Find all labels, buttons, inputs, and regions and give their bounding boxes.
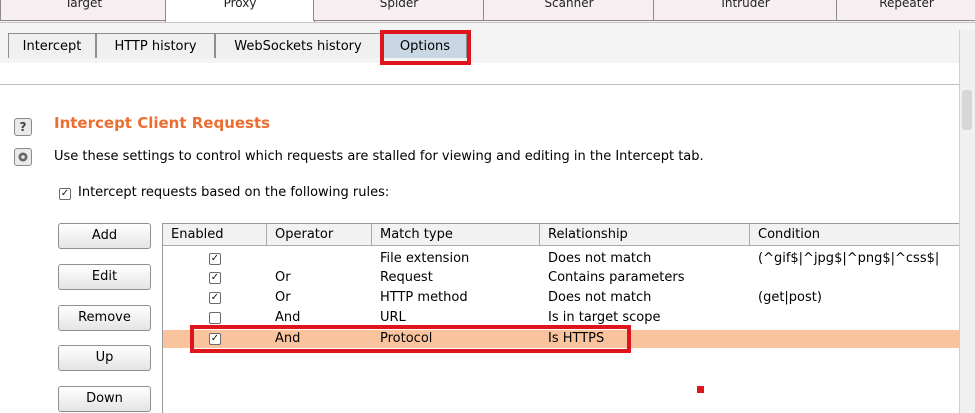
row-condition: (^gif$|^jpg$|^png$|^css$| [758, 251, 940, 266]
row-relationship: Does not match [548, 251, 652, 266]
scrollbar-thumb[interactable] [962, 90, 972, 130]
row-enabled-checkbox[interactable] [209, 312, 221, 324]
add-button[interactable]: Add [58, 223, 151, 249]
row-operator: Or [275, 270, 291, 285]
tab-proxy[interactable]: Proxy [165, 0, 315, 22]
table-row[interactable]: ✓ File extension Does not match (^gif$|^… [163, 251, 975, 267]
intercept-rules-label: Intercept requests based on the followin… [78, 185, 390, 200]
row-enabled-checkbox[interactable]: ✓ [209, 292, 221, 304]
row-enabled-checkbox[interactable]: ✓ [209, 272, 221, 284]
table-row[interactable]: And URL Is in target scope [163, 310, 975, 326]
subtab-intercept[interactable]: Intercept [8, 33, 96, 58]
intercept-rules-checkbox[interactable]: ✓ [59, 188, 71, 200]
down-button[interactable]: Down [58, 386, 151, 412]
tab-scanner[interactable]: Scanner [483, 0, 655, 21]
header-operator[interactable]: Operator [267, 224, 372, 246]
subtab-websockets-history[interactable]: WebSockets history [215, 33, 381, 58]
options-tab-highlight [380, 30, 471, 65]
row-operator: And [275, 310, 301, 325]
row-relationship: Is in target scope [548, 310, 661, 325]
subtab-http-history[interactable]: HTTP history [96, 33, 215, 58]
row-operator: Or [275, 290, 291, 305]
header-match-type[interactable]: Match type [372, 224, 540, 246]
row-match-type: Request [380, 270, 433, 285]
divider [0, 84, 960, 85]
help-icon[interactable]: ? [14, 118, 32, 136]
table-row[interactable]: ✓ Or HTTP method Does not match (get|pos… [163, 290, 975, 306]
row-condition: (get|post) [758, 290, 822, 305]
edit-button[interactable]: Edit [58, 264, 151, 290]
tab-spider[interactable]: Spider [313, 0, 485, 21]
row-match-type: File extension [380, 251, 470, 266]
gear-icon-glyph [18, 152, 28, 162]
row-relationship: Contains parameters [548, 270, 685, 285]
header-condition[interactable]: Condition [750, 224, 975, 246]
section-description: Use these settings to control which requ… [54, 149, 704, 164]
row-match-type: URL [380, 310, 406, 325]
remove-button[interactable]: Remove [58, 305, 151, 331]
row-enabled-checkbox[interactable]: ✓ [209, 253, 221, 265]
tab-target[interactable]: Target [0, 0, 167, 21]
row-match-type: HTTP method [380, 290, 468, 305]
table-row[interactable]: ✓ Or Request Contains parameters [163, 270, 975, 286]
red-marker [697, 386, 704, 393]
up-button[interactable]: Up [58, 345, 151, 371]
row-relationship: Does not match [548, 290, 652, 305]
section-title: Intercept Client Requests [54, 114, 271, 132]
tab-repeater[interactable]: Repeater [836, 0, 975, 21]
vertical-scrollbar[interactable] [959, 30, 975, 413]
selected-row-highlight [190, 325, 631, 353]
header-relationship[interactable]: Relationship [540, 224, 750, 246]
header-enabled[interactable]: Enabled [163, 224, 267, 246]
rules-table[interactable]: Enabled Operator Match type Relationship… [162, 223, 975, 413]
gear-icon[interactable] [14, 148, 32, 166]
tab-intruder[interactable]: Intruder [653, 0, 838, 21]
